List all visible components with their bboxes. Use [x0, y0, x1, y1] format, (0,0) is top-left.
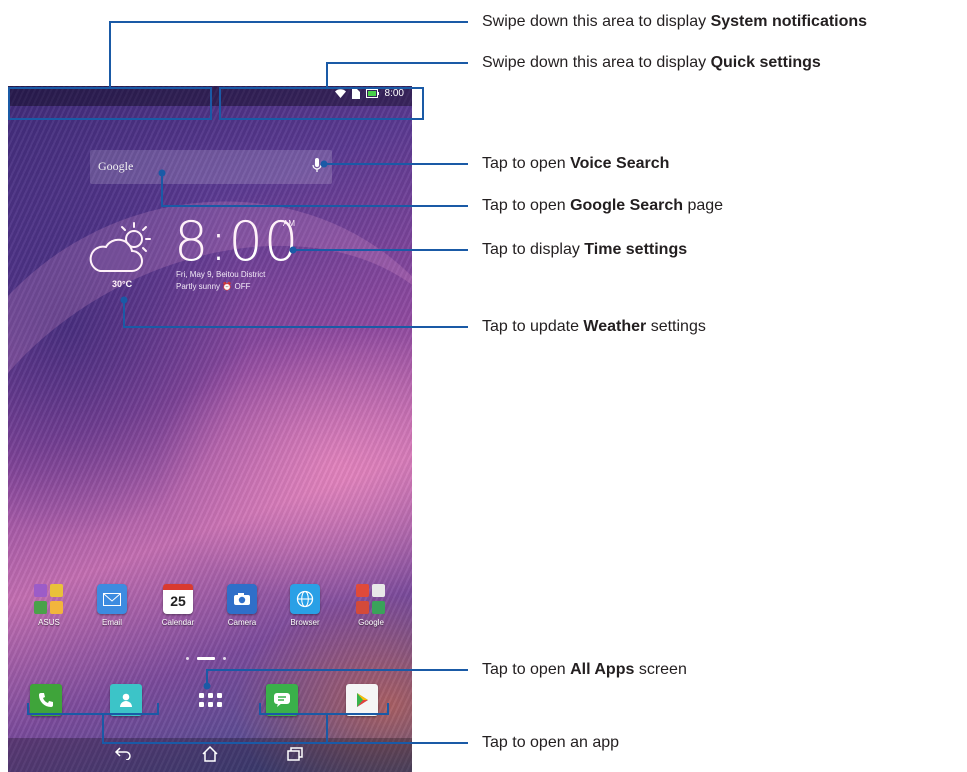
- app-browser[interactable]: Browser: [280, 584, 330, 627]
- callout-bold: Time settings: [584, 241, 688, 258]
- contacts-app-icon[interactable]: [110, 684, 142, 716]
- app-label: Calendar: [161, 618, 195, 627]
- clock-date: Fri, May 9, Beitou District: [176, 270, 266, 279]
- all-apps-button[interactable]: [194, 684, 226, 716]
- status-time: 8:00: [384, 88, 404, 99]
- callout-text: Tap to update: [482, 318, 584, 335]
- callout-text: Tap to open: [482, 197, 571, 214]
- app-label: ASUS: [38, 618, 60, 627]
- wifi-icon: [334, 89, 346, 98]
- calendar-day: 25: [170, 593, 186, 609]
- asus-folder-icon: [34, 584, 64, 614]
- app-email[interactable]: Email: [87, 584, 137, 627]
- calendar-icon: 25: [163, 584, 193, 614]
- email-icon: [97, 584, 127, 614]
- navigation-bar: [8, 738, 412, 772]
- callout-open-app: Tap to open an app: [482, 734, 619, 752]
- callout-system-notifications: Swipe down this area to display System n…: [482, 13, 867, 31]
- app-label: Camera: [227, 618, 257, 627]
- app-label: Browser: [290, 618, 320, 627]
- callout-google-search: Tap to open Google Search page: [482, 197, 723, 215]
- temperature[interactable]: 30°C: [112, 279, 132, 289]
- app-label: Google: [358, 618, 384, 627]
- weather-text: Partly sunny: [176, 282, 221, 291]
- status-icons: 8:00: [334, 88, 404, 99]
- callout-text: Tap to open: [482, 661, 571, 678]
- app-google-folder[interactable]: Google: [346, 584, 396, 627]
- callout-bold: System notifications: [710, 13, 868, 30]
- callout-weather: Tap to update Weather settings: [482, 318, 706, 336]
- back-icon[interactable]: [114, 746, 132, 760]
- callout-text-post: settings: [646, 318, 706, 335]
- partly-sunny-icon[interactable]: [86, 221, 158, 277]
- callout-time-settings: Tap to display Time settings: [482, 241, 687, 259]
- recent-apps-icon[interactable]: [286, 746, 304, 762]
- messaging-app-icon[interactable]: [266, 684, 298, 716]
- clock-ampm: AM: [283, 219, 295, 228]
- browser-icon: [290, 584, 320, 614]
- callout-text: Tap to open: [482, 155, 571, 172]
- callout-bold: Weather: [583, 318, 647, 335]
- app-label: Email: [101, 618, 122, 627]
- callout-bold: All Apps: [570, 661, 635, 678]
- home-screen: 8:00 Google 30°C 8:00 AM Fri, May 9, Bei…: [8, 86, 412, 772]
- clock-time[interactable]: 8:00: [174, 212, 299, 272]
- google-folder-icon: [356, 584, 386, 614]
- weather-text-line: Partly sunny ⏰ OFF: [176, 282, 250, 291]
- page-dot: [223, 657, 226, 660]
- page-dot-current: [197, 657, 215, 660]
- mic-icon[interactable]: [312, 158, 322, 174]
- callout-quick-settings: Swipe down this area to display Quick se…: [482, 54, 821, 72]
- page-dot: [186, 657, 189, 660]
- callout-all-apps: Tap to open All Apps screen: [482, 661, 687, 679]
- callout-text-post: page: [683, 197, 724, 214]
- callout-bold: Google Search: [570, 197, 683, 214]
- alarm-status: OFF: [234, 282, 251, 291]
- callout-text: Swipe down this area to display: [482, 13, 711, 30]
- play-store-icon[interactable]: [346, 684, 378, 716]
- callout-text: Tap to display: [482, 241, 585, 258]
- app-camera[interactable]: Camera: [217, 584, 267, 627]
- google-search-bar[interactable]: Google: [90, 150, 332, 184]
- camera-icon: [227, 584, 257, 614]
- callout-text: Swipe down this area to display: [482, 54, 711, 71]
- app-calendar[interactable]: 25 Calendar: [153, 584, 203, 627]
- google-logo: Google: [98, 159, 134, 173]
- battery-icon: [365, 89, 379, 98]
- callout-bold: Quick settings: [710, 54, 821, 71]
- callout-text: Tap to open an app: [482, 734, 620, 751]
- app-asus-folder[interactable]: ASUS: [24, 584, 74, 627]
- sim-icon: [351, 88, 360, 99]
- callout-voice-search: Tap to open Voice Search: [482, 155, 669, 173]
- home-icon[interactable]: [201, 746, 219, 762]
- status-bar[interactable]: 8:00: [8, 86, 412, 106]
- page-indicator[interactable]: [186, 657, 226, 660]
- alarm-icon: ⏰: [222, 282, 233, 291]
- callout-bold: Voice Search: [570, 155, 670, 172]
- phone-app-icon[interactable]: [30, 684, 62, 716]
- callout-text-post: screen: [634, 661, 687, 678]
